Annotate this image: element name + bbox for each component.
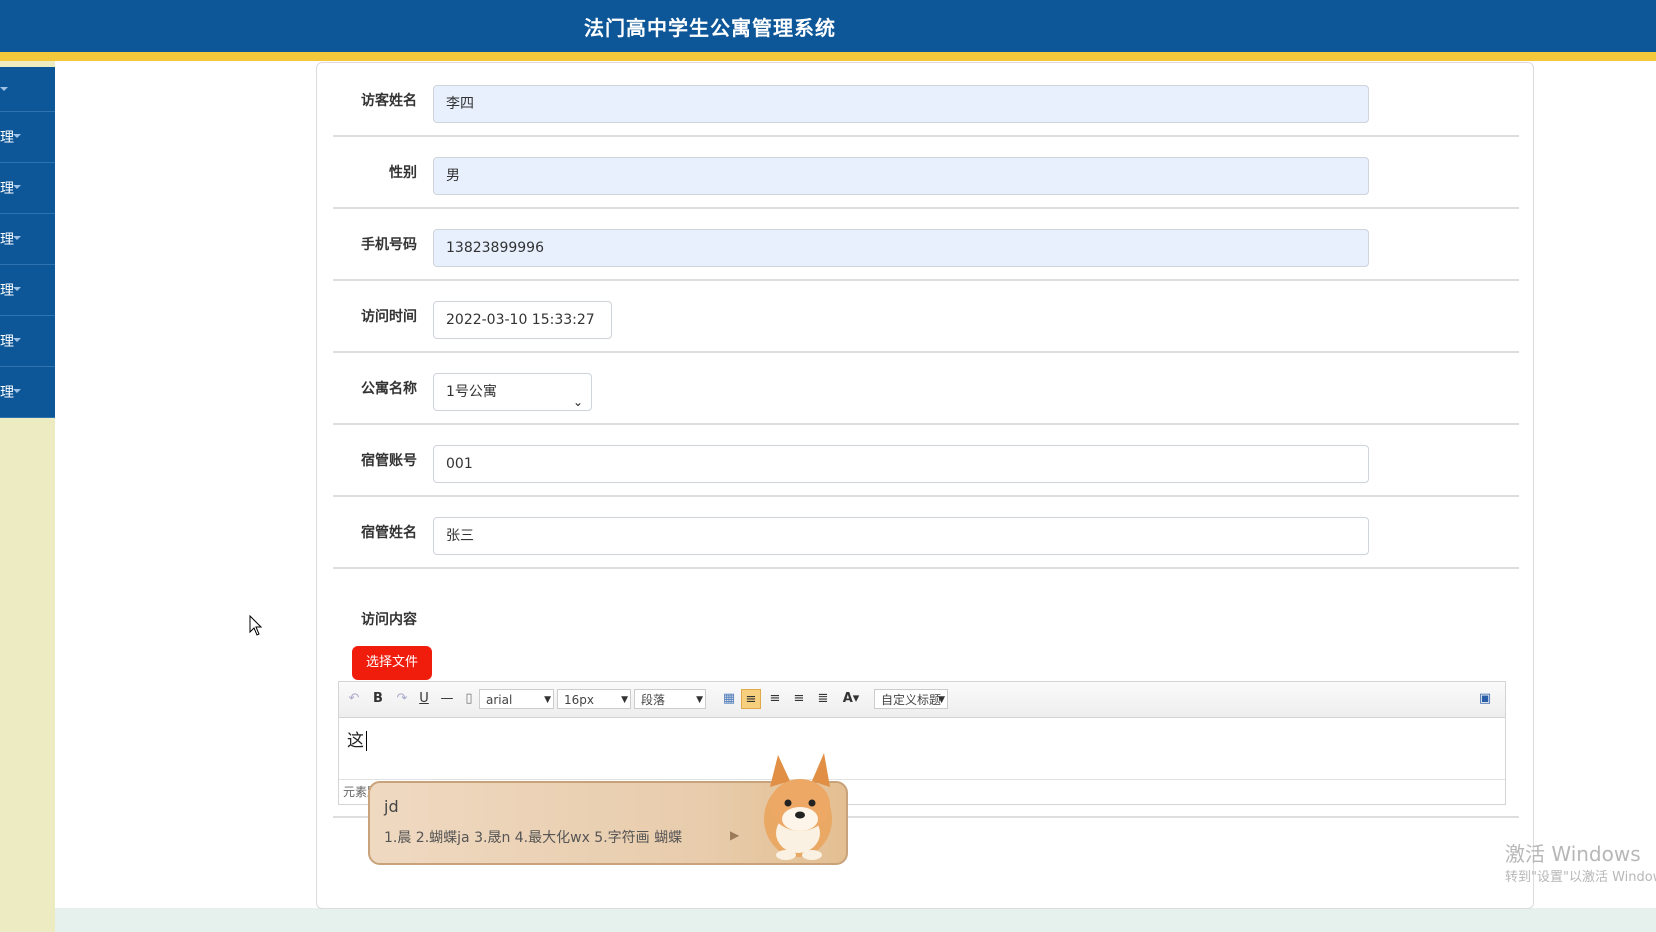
visitor-name-label: 访客姓名: [361, 93, 417, 109]
horizontal-rule-icon[interactable]: —: [439, 689, 455, 709]
font-family-select[interactable]: arial ▼: [479, 689, 554, 709]
form-row-manager-name: 宿管姓名 张三: [333, 495, 1519, 569]
chevron-down-icon: [13, 338, 21, 342]
manager-name-label: 宿管姓名: [361, 525, 417, 541]
chevron-down-icon: ⌄: [572, 395, 583, 409]
align-left-icon[interactable]: ≡: [741, 689, 761, 709]
chevron-down-icon: [0, 87, 8, 91]
sidebar-item-1[interactable]: [0, 67, 55, 112]
shiba-dog-icon: [764, 753, 832, 860]
font-color-icon[interactable]: A▾: [839, 689, 863, 709]
apartment-select-value: 1号公寓: [446, 384, 497, 400]
choose-file-button[interactable]: 选择文件: [352, 646, 432, 680]
form-row-phone: 手机号码 13823899996: [333, 207, 1519, 281]
form-row-gender: 性别 男: [333, 135, 1519, 209]
manager-name-input[interactable]: 张三: [433, 517, 1369, 555]
gender-label: 性别: [389, 165, 417, 181]
visitor-name-input[interactable]: 李四: [433, 85, 1369, 123]
dropdown-arrow-icon: ▼: [621, 695, 628, 705]
header-stripe: [0, 52, 1656, 61]
ime-candidates[interactable]: 1.晨 2.蝴蝶ja 3.晟n 4.最大化wx 5.字符画 蝴蝶: [384, 827, 682, 847]
windows-activation-title: 激活 Windows: [1505, 842, 1641, 866]
undo-icon[interactable]: ↶: [347, 689, 361, 709]
chevron-down-icon: [13, 185, 21, 189]
mouse-cursor-icon: [249, 615, 263, 636]
sidebar-item-5[interactable]: 理: [0, 265, 55, 316]
editor-toolbar: ↶ B ↷ U — ▯ arial ▼ 16px ▼ 段落 ▼ ▦ ≡ ≡ ≡ ≣ A…: [339, 682, 1505, 718]
form-row-visit-time: 访问时间 2022-03-10 15:33:27: [333, 279, 1519, 353]
paragraph-value: 段落: [641, 693, 666, 707]
sidebar-item-4[interactable]: 理: [0, 214, 55, 265]
phone-label: 手机号码: [361, 237, 417, 253]
underline-icon[interactable]: U: [417, 689, 431, 709]
paragraph-select[interactable]: 段落 ▼: [634, 689, 706, 709]
font-size-select[interactable]: 16px ▼: [557, 689, 631, 709]
visit-time-label: 访问时间: [361, 309, 417, 325]
editor-content[interactable]: 这: [339, 718, 1505, 778]
sidebar-item-label: 理: [0, 385, 14, 401]
sidebar-item-label: 理: [0, 232, 14, 248]
page-icon[interactable]: ▯: [463, 689, 475, 709]
visit-time-input[interactable]: 2022-03-10 15:33:27: [433, 301, 612, 339]
ime-input-text: jd: [384, 797, 399, 816]
apartment-label: 公寓名称: [361, 381, 417, 397]
chevron-down-icon: [13, 134, 21, 138]
redo-icon[interactable]: ↷: [395, 689, 409, 709]
apartment-select[interactable]: 1号公寓 ⌄: [433, 373, 592, 411]
font-size-value: 16px: [564, 693, 594, 707]
sidebar: 理 理 理 理 理 理: [0, 67, 55, 418]
ime-candidate-popup: jd 1.晨 2.蝴蝶ja 3.晟n 4.最大化wx 5.字符画 蝴蝶 ▶: [368, 753, 848, 865]
align-justify-icon[interactable]: ≣: [815, 689, 831, 709]
sidebar-item-2[interactable]: 理: [0, 112, 55, 163]
custom-title-value: 自定义标题: [881, 693, 942, 707]
chevron-down-icon: [13, 287, 21, 291]
dropdown-arrow-icon: ▼: [696, 695, 703, 705]
fullscreen-icon[interactable]: ▣: [1477, 689, 1493, 709]
chevron-right-icon[interactable]: ▶: [730, 828, 739, 842]
align-right-icon[interactable]: ≡: [767, 689, 783, 709]
sidebar-item-3[interactable]: 理: [0, 163, 55, 214]
app-header: 法门高中学生公寓管理系统: [0, 0, 1656, 52]
custom-title-select[interactable]: 自定义标题 ▼: [874, 689, 948, 709]
sidebar-item-label: 理: [0, 130, 14, 146]
chevron-down-icon: [13, 236, 21, 240]
gender-input[interactable]: 男: [433, 157, 1369, 195]
manager-account-label: 宿管账号: [361, 453, 417, 469]
sidebar-item-label: 理: [0, 181, 14, 197]
sidebar-item-label: 理: [0, 334, 14, 350]
editor-text: 这: [347, 731, 364, 751]
manager-account-input[interactable]: 001: [433, 445, 1369, 483]
form-row-manager-account: 宿管账号 001: [333, 423, 1519, 497]
table-icon[interactable]: ▦: [721, 689, 737, 709]
visit-content-label: 访问内容: [361, 612, 417, 628]
text-caret: [366, 731, 367, 751]
phone-input[interactable]: 13823899996: [433, 229, 1369, 267]
sidebar-item-label: 理: [0, 283, 14, 299]
sidebar-item-6[interactable]: 理: [0, 316, 55, 367]
windows-activation-text: 转到"设置"以激活 Windows。: [1505, 870, 1656, 885]
app-title: 法门高中学生公寓管理系统: [584, 16, 836, 40]
dropdown-arrow-icon: ▼: [544, 695, 551, 705]
chevron-down-icon: [13, 389, 21, 393]
bold-icon[interactable]: B: [371, 689, 385, 709]
form-row-visitor-name: 访客姓名 李四: [333, 63, 1519, 137]
form-row-apartment: 公寓名称 1号公寓 ⌄: [333, 351, 1519, 425]
font-family-value: arial: [486, 693, 513, 707]
dropdown-arrow-icon: ▼: [938, 695, 945, 705]
sidebar-item-7[interactable]: 理: [0, 367, 55, 418]
align-center-icon[interactable]: ≡: [791, 689, 807, 709]
bottom-strip: [55, 908, 1656, 932]
